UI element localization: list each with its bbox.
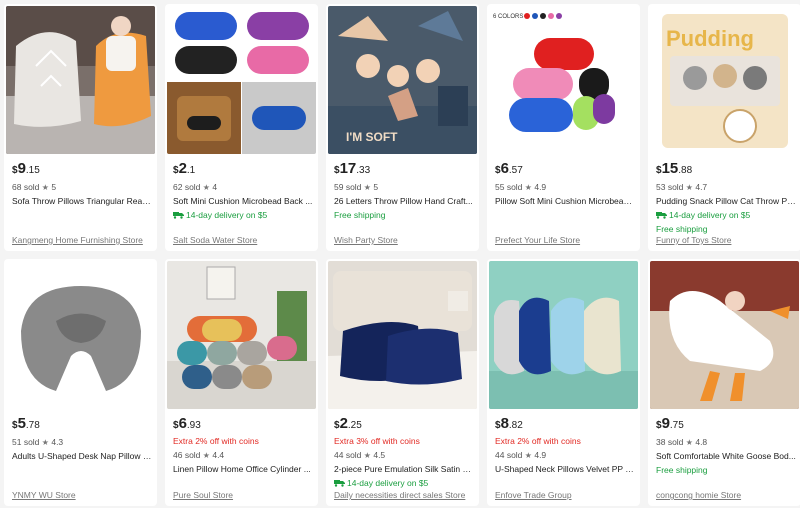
- coins-promo: Extra 2% off with coins: [495, 436, 581, 446]
- sales-rating: 55 sold ★ 4.9: [495, 182, 547, 192]
- product-image[interactable]: [6, 261, 155, 409]
- product-card[interactable]: $9.75 38 sold ★ 4.8 Soft Comfortable Whi…: [648, 259, 800, 506]
- product-card[interactable]: $9.15 68 sold ★ 5 Sofa Throw Pillows Tri…: [4, 4, 157, 251]
- product-title[interactable]: Soft Mini Cushion Microbead Back ...: [173, 195, 313, 207]
- letter-pillow-text: I'M SOFT: [346, 130, 398, 144]
- price: $9.75: [656, 415, 684, 432]
- star-icon: ★: [202, 183, 210, 192]
- product-title[interactable]: U-Shaped Neck Pillows Velvet PP Fil...: [495, 463, 635, 475]
- sales-rating: 53 sold ★ 4.7: [656, 182, 708, 192]
- star-icon: ★: [202, 451, 210, 460]
- product-image[interactable]: [650, 261, 799, 409]
- product-title[interactable]: 2-piece Pure Emulation Silk Satin Pi...: [334, 463, 474, 475]
- sales-rating: 44 sold ★ 4.9: [495, 450, 547, 460]
- sales-rating: 38 sold ★ 4.8: [656, 437, 708, 447]
- product-image[interactable]: [489, 261, 638, 409]
- product-title[interactable]: Sofa Throw Pillows Triangular Read...: [12, 195, 152, 207]
- product-card[interactable]: $6.93 Extra 2% off with coins 46 sold ★ …: [165, 259, 318, 506]
- coins-promo: Extra 2% off with coins: [173, 436, 259, 446]
- star-icon: ★: [524, 451, 532, 460]
- store-link[interactable]: YNMY WU Store: [12, 490, 76, 500]
- price: $2.1: [173, 160, 196, 177]
- store-link[interactable]: Salt Soda Water Store: [173, 235, 257, 245]
- price: $2.25: [334, 415, 362, 432]
- product-image[interactable]: [167, 6, 316, 154]
- product-title[interactable]: Adults U-Shaped Desk Nap Pillow f...: [12, 450, 152, 462]
- product-title[interactable]: Pudding Snack Pillow Cat Throw Pill...: [656, 195, 796, 207]
- store-link[interactable]: Kangmeng Home Furnishing Store: [12, 235, 143, 245]
- product-image[interactable]: [328, 261, 477, 409]
- price: $6.57: [495, 160, 523, 177]
- product-title[interactable]: 26 Letters Throw Pillow Hand Craft...: [334, 195, 474, 207]
- price: $5.78: [12, 415, 40, 432]
- product-image[interactable]: Pudding: [650, 6, 799, 154]
- product-card[interactable]: Pudding $15.88 53 sold ★ 4.7 Pudding Sna…: [648, 4, 800, 251]
- price: $6.93: [173, 415, 201, 432]
- free-shipping: Free shipping: [334, 210, 386, 220]
- price: $9.15: [12, 160, 40, 177]
- star-icon: ★: [41, 438, 49, 447]
- price: $17.33: [334, 160, 371, 177]
- star-icon: ★: [524, 183, 532, 192]
- colors-badge: 6 COLORS: [493, 14, 523, 20]
- star-icon: ★: [41, 183, 49, 192]
- product-card[interactable]: I'M SOFT $17.33 59 sold ★ 5 26 Letters T…: [326, 4, 479, 251]
- delivery-info: 14-day delivery on $5: [334, 477, 474, 489]
- price: $8.82: [495, 415, 523, 432]
- star-icon: ★: [685, 438, 693, 447]
- sales-rating: 62 sold ★ 4: [173, 182, 218, 192]
- sales-rating: 51 sold ★ 4.3: [12, 437, 64, 447]
- product-card[interactable]: $2.25 Extra 3% off with coins 44 sold ★ …: [326, 259, 479, 506]
- star-icon: ★: [363, 451, 371, 460]
- sales-rating: 68 sold ★ 5: [12, 182, 57, 192]
- store-link[interactable]: Prefect Your Life Store: [495, 235, 580, 245]
- product-title[interactable]: Soft Comfortable White Goose Bod...: [656, 450, 796, 462]
- store-link[interactable]: Daily necessities direct sales Store: [334, 490, 465, 500]
- product-card[interactable]: $8.82 Extra 2% off with coins 44 sold ★ …: [487, 259, 640, 506]
- coins-promo: Extra 3% off with coins: [334, 436, 420, 446]
- store-link[interactable]: Pure Soul Store: [173, 490, 233, 500]
- product-title[interactable]: Pillow Soft Mini Cushion Microbead...: [495, 195, 635, 207]
- truck-icon: [656, 212, 667, 219]
- free-shipping: Free shipping: [656, 224, 708, 234]
- product-image[interactable]: 6 COLORS: [489, 6, 638, 154]
- sales-rating: 44 sold ★ 4.5: [334, 450, 386, 460]
- pudding-text: Pudding: [666, 26, 754, 51]
- delivery-info: 14-day delivery on $5: [173, 209, 313, 221]
- sales-rating: 59 sold ★ 5: [334, 182, 379, 192]
- truck-icon: [173, 212, 184, 219]
- product-image[interactable]: I'M SOFT: [328, 6, 477, 154]
- store-link[interactable]: Wish Party Store: [334, 235, 398, 245]
- product-image[interactable]: [167, 261, 316, 409]
- store-link[interactable]: congcong homie Store: [656, 490, 741, 500]
- product-grid: $9.15 68 sold ★ 5 Sofa Throw Pillows Tri…: [0, 0, 800, 508]
- product-title[interactable]: Linen Pillow Home Office Cylinder ...: [173, 463, 313, 475]
- store-link[interactable]: Enfove Trade Group: [495, 490, 572, 500]
- star-icon: ★: [685, 183, 693, 192]
- product-card[interactable]: $5.78 51 sold ★ 4.3 Adults U-Shaped Desk…: [4, 259, 157, 506]
- price: $15.88: [656, 160, 693, 177]
- star-icon: ★: [363, 183, 371, 192]
- truck-icon: [334, 480, 345, 487]
- store-link[interactable]: Funny of Toys Store: [656, 235, 731, 245]
- product-image[interactable]: [6, 6, 155, 154]
- sales-rating: 46 sold ★ 4.4: [173, 450, 225, 460]
- free-shipping: Free shipping: [656, 465, 708, 475]
- product-card[interactable]: 6 COLORS $6.57 55 sold ★ 4.9 Pillow Soft…: [487, 4, 640, 251]
- product-card[interactable]: $2.1 62 sold ★ 4 Soft Mini Cushion Micro…: [165, 4, 318, 251]
- delivery-info: 14-day delivery on $5: [656, 209, 796, 221]
